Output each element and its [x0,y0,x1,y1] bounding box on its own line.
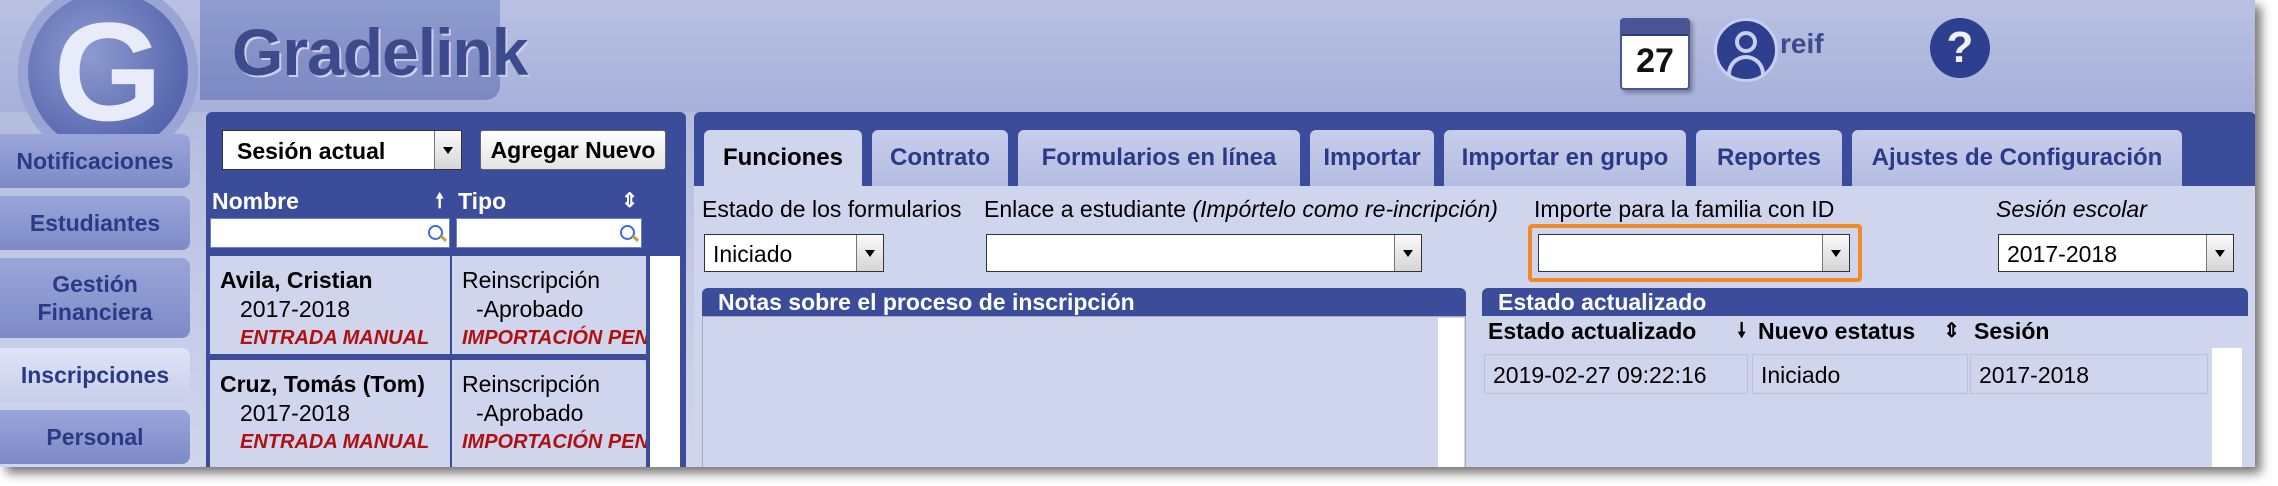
status-date-cell: 2019-02-27 09:22:16 [1484,354,1748,394]
tab-importar-en-grupo[interactable]: Importar en grupo [1444,130,1686,186]
nav-estudiantes[interactable]: Estudiantes [0,196,190,250]
sesion-escolar-label: Sesión escolar [1996,196,2147,222]
column-nuevo-estatus-label: Nuevo estatus [1758,318,1916,344]
nav-personal[interactable]: Personal [0,410,190,464]
status-header: Estado actualizado [1482,288,2248,316]
enrollment-type: Reinscripción [462,371,601,397]
student-name: Avila, Cristian [220,267,373,293]
user-icon[interactable] [1714,18,1778,82]
importe-familia-label: Importe para la familia con ID [1534,196,1835,222]
enlace-estudiante-label: Enlace a estudiante (Impórtelo como re-i… [984,196,1498,223]
list-item-type[interactable]: Reinscripción -Aprobado IMPORTACIÓN PEN [452,256,646,354]
search-icon [428,225,443,240]
entry-source: ENTRADA MANUAL [240,431,430,453]
brand-name: Gradelink [232,15,528,89]
estado-formularios-label: Estado de los formularios [702,196,962,222]
sort-icon[interactable]: ⇕ [621,186,638,216]
help-icon[interactable]: ? [1930,18,1990,78]
user-body [1727,55,1765,75]
chevron-down-icon [2206,235,2233,271]
nav-gestion-financiera[interactable]: Gestión Financiera [0,258,190,338]
add-new-button[interactable]: Agregar Nuevo [480,130,666,170]
notes-textarea[interactable] [702,316,1466,467]
enrollment-status: -Aprobado [476,296,584,322]
tab-formularios-en-linea[interactable]: Formularios en línea [1018,130,1300,186]
session-select-value: Sesión actual [237,138,386,164]
column-header-sesion[interactable]: Sesión [1974,316,2174,346]
calendar-icon[interactable]: 27 [1620,18,1690,90]
highlight-box [1528,224,1862,282]
tab-contrato[interactable]: Contrato [872,130,1008,186]
enlace-estudiante-hint: (Impórtelo como re-incripción) [1192,196,1498,222]
sort-ascending-icon[interactable]: 🠕 [435,186,444,216]
import-status: IMPORTACIÓN PEN [462,327,646,349]
entry-source: ENTRADA MANUAL [240,327,430,349]
enrollment-status: -Aprobado [476,400,584,426]
column-name-label: Nombre [212,188,299,214]
column-header-name[interactable]: Nombre 🠕 [212,186,448,216]
list-item[interactable]: Avila, Cristian 2017-2018 ENTRADA MANUAL [210,256,450,354]
import-status: IMPORTACIÓN PEN [462,431,646,453]
status-session-cell: 2017-2018 [1970,354,2208,394]
student-year: 2017-2018 [240,400,350,426]
list-item-type[interactable]: Reinscripción -Aprobado IMPORTACIÓN PEN [452,360,646,467]
list-item[interactable]: Cruz, Tomás (Tom) 2017-2018 ENTRADA MANU… [210,360,450,467]
column-header-estado[interactable]: Estado actualizado 🠗 [1488,316,1750,346]
column-header-type[interactable]: Tipo ⇕ [458,186,642,216]
status-table-scrollbar[interactable] [2212,348,2242,467]
session-select[interactable]: Sesión actual [222,130,462,170]
username[interactable]: reif [1780,28,1824,60]
enrollment-type: Reinscripción [462,267,601,293]
status-value-cell: Iniciado [1752,354,1968,394]
sort-descending-icon[interactable]: 🠗 [1737,316,1746,346]
tab-funciones[interactable]: Funciones [704,130,862,192]
calendar-rings [1622,20,1688,36]
tab-importar[interactable]: Importar [1310,130,1434,186]
notes-scrollbar[interactable] [1438,318,1464,467]
sort-icon[interactable]: ⇕ [1943,316,1960,346]
column-type-label: Tipo [458,188,507,214]
app-window: G Gradelink 27 reif ? Notificaciones Est… [0,0,2255,467]
column-estado-label: Estado actualizado [1488,318,1697,344]
calendar-day: 27 [1636,42,1674,80]
tab-ajustes-de-configuracion[interactable]: Ajustes de Configuración [1852,130,2182,186]
filter-name-input[interactable] [210,218,450,248]
tab-reportes[interactable]: Reportes [1696,130,1842,186]
student-name: Cruz, Tomás (Tom) [220,371,425,397]
chevron-down-icon [434,131,461,169]
sesion-escolar-value: 2017-2018 [2007,241,2117,267]
column-header-nuevo-estatus[interactable]: Nuevo estatus ⇕ [1758,316,1964,346]
enlace-estudiante-select[interactable] [986,234,1422,272]
estado-formularios-select[interactable]: Iniciado [704,234,884,272]
student-year: 2017-2018 [240,296,350,322]
search-icon [620,225,635,240]
list-scrollbar[interactable] [650,256,680,467]
nav-inscripciones[interactable]: Inscripciones [0,348,190,402]
filter-type-input[interactable] [456,218,642,248]
user-head [1735,31,1757,53]
estado-formularios-value: Iniciado [713,241,793,267]
notes-header: Notas sobre el proceso de inscripción [702,288,1466,316]
sesion-escolar-select[interactable]: 2017-2018 [1998,234,2234,272]
chevron-down-icon [856,235,883,271]
chevron-down-icon [1394,235,1421,271]
nav-notificaciones[interactable]: Notificaciones [0,134,190,188]
enlace-estudiante-text: Enlace a estudiante [984,196,1187,222]
